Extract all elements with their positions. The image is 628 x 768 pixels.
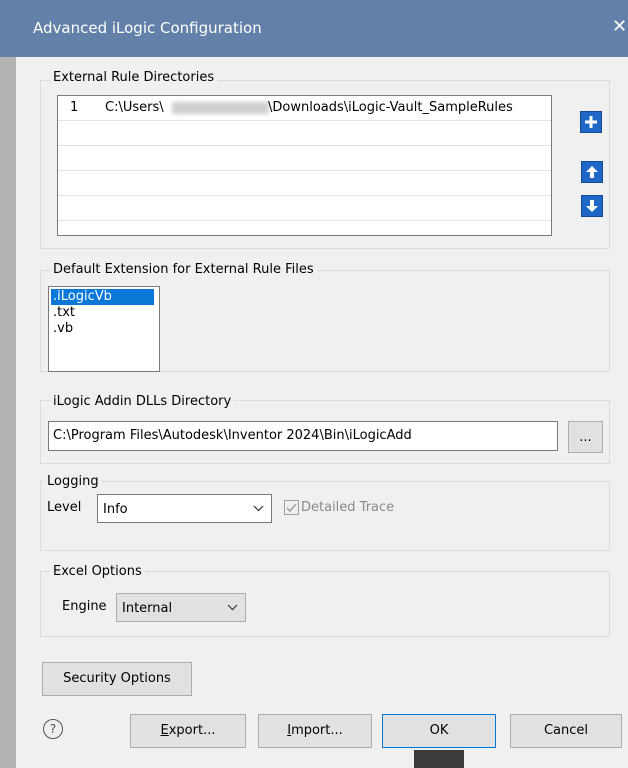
engine-label: Engine — [62, 599, 107, 614]
row-path-prefix: C:\Users\ — [105, 100, 164, 115]
add-directory-button[interactable] — [580, 111, 602, 133]
chevron-down-icon — [253, 505, 264, 512]
row-index: 1 — [70, 100, 79, 115]
external-rule-directories-grid[interactable]: 1 C:\Users\ \Downloads\iLogic-Vault_Samp… — [57, 95, 552, 236]
move-up-button[interactable] — [581, 161, 603, 183]
addin-dlls-label: iLogic Addin DLLs Directory — [50, 394, 235, 409]
level-value: Info — [103, 502, 128, 517]
taskbar-fragment — [414, 750, 464, 768]
engine-value: Internal — [122, 601, 173, 616]
export-label: xport... — [168, 723, 216, 738]
list-item-ilogicvb[interactable]: .iLogicVb — [51, 289, 154, 305]
row-path-suffix: \Downloads\iLogic-Vault_SampleRules — [268, 100, 513, 115]
help-icon[interactable]: ? — [43, 719, 63, 739]
cancel-label: Cancel — [543, 723, 589, 738]
excel-options-label: Excel Options — [50, 564, 145, 579]
ok-button[interactable]: OK — [382, 714, 496, 748]
cancel-button[interactable]: Cancel — [510, 714, 622, 748]
external-rule-directories-label: External Rule Directories — [50, 70, 218, 85]
close-icon[interactable]: ✕ — [612, 16, 627, 37]
list-item-vb[interactable]: .vb — [51, 321, 73, 337]
move-down-button[interactable] — [581, 195, 603, 217]
table-row[interactable] — [58, 121, 551, 146]
arrow-down-icon — [586, 200, 598, 212]
security-options-button[interactable]: Security Options — [42, 662, 192, 696]
table-row[interactable] — [58, 171, 551, 196]
table-row[interactable] — [58, 146, 551, 171]
check-icon — [286, 503, 297, 513]
logging-label: Logging — [44, 474, 102, 489]
title-bar: Advanced iLogic Configuration ✕ — [0, 0, 628, 57]
export-button[interactable]: Export... — [130, 714, 246, 748]
chevron-down-icon — [227, 604, 238, 611]
level-label: Level — [47, 500, 82, 515]
table-row[interactable] — [58, 196, 551, 221]
engine-select[interactable]: Internal — [116, 593, 246, 622]
browse-button[interactable]: ... — [568, 421, 603, 453]
security-options-label: Security Options — [63, 671, 171, 686]
redacted-username — [172, 102, 269, 114]
list-item-txt[interactable]: .txt — [51, 305, 75, 321]
import-label: mport... — [291, 723, 343, 738]
detailed-trace-checkbox[interactable] — [284, 500, 299, 515]
ok-label: OK — [429, 723, 449, 738]
window-title: Advanced iLogic Configuration — [33, 19, 262, 37]
import-button[interactable]: Import... — [258, 714, 372, 748]
table-row[interactable]: 1 C:\Users\ \Downloads\iLogic-Vault_Samp… — [58, 96, 551, 121]
detailed-trace-label: Detailed Trace — [301, 500, 395, 515]
level-select[interactable]: Info — [97, 494, 272, 523]
advanced-ilogic-configuration-dialog: Advanced iLogic Configuration ✕ External… — [0, 0, 628, 768]
browse-button-label: ... — [579, 430, 592, 445]
window-edge — [0, 57, 16, 768]
export-mnemonic: E — [160, 723, 169, 738]
arrow-up-icon — [586, 166, 598, 178]
addin-dlls-path-value: C:\Program Files\Autodesk\Inventor 2024\… — [53, 428, 412, 443]
plus-icon — [585, 116, 597, 128]
default-extension-label: Default Extension for External Rule File… — [50, 262, 317, 277]
default-extension-listbox[interactable]: .iLogicVb .txt .vb — [48, 286, 160, 372]
addin-dlls-path-input[interactable]: C:\Program Files\Autodesk\Inventor 2024\… — [48, 421, 558, 451]
